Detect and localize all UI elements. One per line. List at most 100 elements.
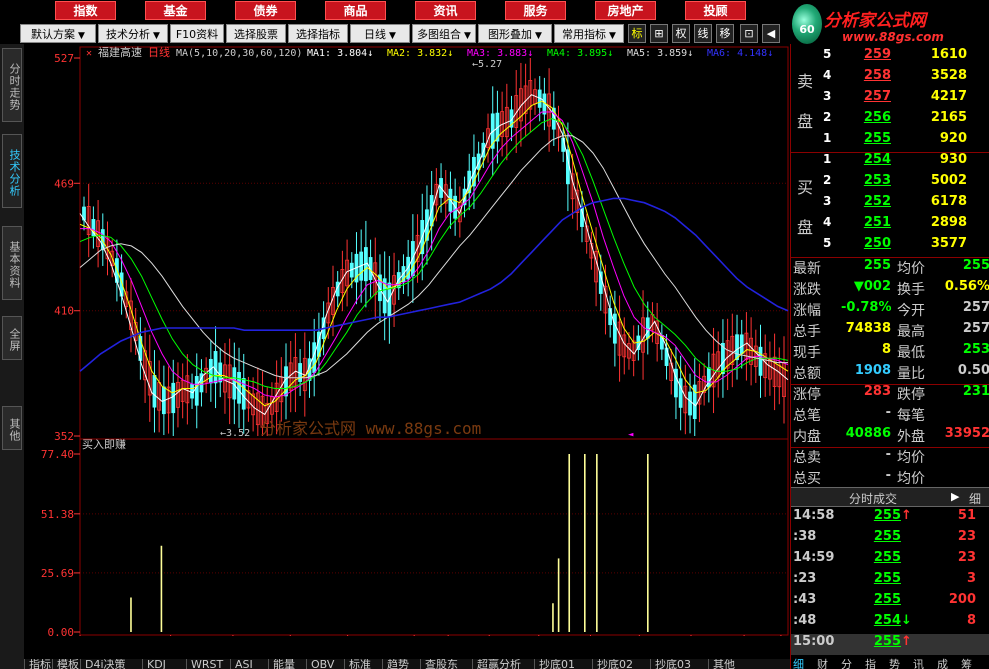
bottom-tab[interactable]: 标准: [344, 659, 382, 669]
tab-fundamentals[interactable]: 基本资料: [2, 226, 22, 300]
collapse-icon[interactable]: ◀: [762, 24, 780, 43]
trade-time: 14:59: [793, 550, 835, 565]
quote-row: 最新 255 均价 255: [791, 258, 989, 279]
bottom-tab[interactable]: OBV: [306, 659, 344, 669]
menu-commodity[interactable]: 商品: [325, 1, 386, 20]
left-tabs: 分时走势 技术分析 基本资料 全屏 其他: [0, 44, 24, 669]
common-indicator-label: 常用指标: [562, 28, 607, 41]
dropdown-arrow-icon: ▼: [535, 31, 542, 41]
kline-chart[interactable]: ✕ 福建高速 日线 MA(5,10,20,30,60,120) MA1: 3.8…: [24, 44, 797, 652]
right-tab[interactable]: 财: [817, 656, 828, 669]
order-book-row[interactable]: 2 256 2165: [791, 110, 989, 131]
trade-price: 255: [873, 529, 901, 544]
quote-value: 1908: [854, 363, 891, 378]
quote-value: 0.50: [957, 363, 989, 378]
default-scheme-button[interactable]: 默认方案 ▼: [20, 24, 96, 43]
bottom-tab[interactable]: WRST: [186, 659, 230, 669]
select-stock-button[interactable]: 选择股票: [226, 24, 286, 43]
menu-bond[interactable]: 债券: [235, 1, 296, 20]
overlay-button[interactable]: 图形叠加 ▼: [478, 24, 552, 43]
right-tab[interactable]: 指: [865, 656, 876, 669]
quote-key: 涨幅: [793, 303, 821, 319]
bottom-tab[interactable]: 趋势: [382, 659, 420, 669]
window-icon[interactable]: ⊡: [740, 24, 758, 43]
right-tab[interactable]: 分: [841, 656, 852, 669]
trade-volume: 3: [966, 571, 976, 586]
right-tab[interactable]: 细: [793, 656, 804, 669]
order-book-row[interactable]: 4 251 2898: [791, 215, 989, 236]
order-book-row[interactable]: 2 253 5002: [791, 173, 989, 194]
order-level: 1: [823, 152, 832, 166]
common-indicator-button[interactable]: 常用指标 ▼: [554, 24, 624, 43]
right-tab[interactable]: 讯: [913, 656, 924, 669]
period-select[interactable]: 日线 ▼: [350, 24, 410, 43]
dropdown-arrow-icon: ▼: [609, 31, 616, 41]
quote-key: 换手: [897, 282, 925, 298]
bottom-tab[interactable]: KDJ: [142, 659, 186, 669]
tab-fullscreen[interactable]: 全屏: [2, 316, 22, 360]
menu-service[interactable]: 服务: [505, 1, 566, 20]
order-book-row[interactable]: 4 258 3528: [791, 68, 989, 89]
order-book-row[interactable]: 3 257 4217: [791, 89, 989, 110]
quote-row: 总手 74838 最高 257: [791, 321, 989, 342]
rights-icon[interactable]: 权: [672, 24, 690, 43]
detail-button[interactable]: 细: [969, 490, 981, 507]
close-icon[interactable]: ✕: [86, 48, 92, 59]
bottom-tab[interactable]: D4i决策: [80, 659, 142, 669]
tech-analysis-button[interactable]: 技术分析 ▼: [98, 24, 168, 43]
menu-fund[interactable]: 基金: [145, 1, 206, 20]
bottom-tab[interactable]: 抄底02: [592, 659, 650, 669]
logo-ball-icon: 60: [792, 4, 822, 44]
right-tab[interactable]: 成: [937, 656, 948, 669]
select-indicator-button[interactable]: 选择指标: [288, 24, 348, 43]
order-book-row[interactable]: 3 252 6178: [791, 194, 989, 215]
bottom-tab[interactable]: 查股东: [420, 659, 472, 669]
order-book-row[interactable]: 5 259 1610: [791, 47, 989, 68]
trade-price: 255: [873, 634, 901, 649]
line-icon[interactable]: 线: [694, 24, 712, 43]
bottom-tab[interactable]: 抄底03: [650, 659, 708, 669]
candle-body: [237, 372, 241, 404]
ma-legend-item: MA2: 3.832↓: [387, 48, 453, 59]
tab-other[interactable]: 其他: [2, 406, 22, 450]
mark-icon[interactable]: 标: [628, 24, 646, 43]
menu-advisor[interactable]: 投顾: [685, 1, 746, 20]
quote-key: 外盘: [897, 429, 925, 445]
quote-key: 均价: [897, 261, 925, 277]
bottom-tab[interactable]: 指标: [24, 659, 52, 669]
chart-area[interactable]: ✕ 福建高速 日线 MA(5,10,20,30,60,120) MA1: 3.8…: [24, 44, 797, 652]
trade-arrow-icon: ↑: [901, 634, 912, 649]
candle-body: [152, 375, 157, 408]
order-book-row[interactable]: 1 254 930: [791, 152, 989, 173]
quote-row: 总卖 - 均价: [791, 447, 989, 468]
grid-icon[interactable]: ⊞: [650, 24, 668, 43]
move-icon[interactable]: 移: [716, 24, 734, 43]
menu-index[interactable]: 指数: [55, 1, 116, 20]
quote-value: 253: [962, 342, 989, 357]
right-tab[interactable]: 筹: [961, 656, 972, 669]
dropdown-arrow-icon: ▼: [464, 31, 471, 41]
play-icon[interactable]: ▶: [951, 490, 959, 503]
tab-intraday[interactable]: 分时走势: [2, 48, 22, 122]
f10-button[interactable]: F10资料: [170, 24, 224, 43]
quote-key: 涨跌: [793, 282, 821, 298]
bottom-tab[interactable]: 其他: [708, 659, 748, 669]
bottom-tab[interactable]: ASI: [230, 659, 268, 669]
bottom-tab[interactable]: 抄底01: [534, 659, 592, 669]
quote-value: 257: [962, 300, 989, 315]
bottom-tab[interactable]: 能量: [268, 659, 306, 669]
multi-chart-button[interactable]: 多图组合 ▼: [412, 24, 476, 43]
tab-technical[interactable]: 技术分析: [2, 134, 22, 208]
menu-realestate[interactable]: 房地产: [595, 1, 656, 20]
menu-news[interactable]: 资讯: [415, 1, 476, 20]
order-book-row[interactable]: 5 250 3577: [791, 236, 989, 257]
bottom-tab[interactable]: 超赢分析: [472, 659, 534, 669]
bottom-tab[interactable]: 模板: [52, 659, 80, 669]
trade-row: :43 255 200: [791, 592, 989, 613]
right-tab[interactable]: 势: [889, 656, 900, 669]
order-book-row[interactable]: 1 255 920: [791, 131, 989, 152]
trade-row: 15:00 255 ↑: [791, 634, 989, 655]
order-volume: 2165: [930, 110, 967, 125]
order-level: 1: [823, 131, 832, 145]
order-volume: 6178: [930, 194, 967, 209]
